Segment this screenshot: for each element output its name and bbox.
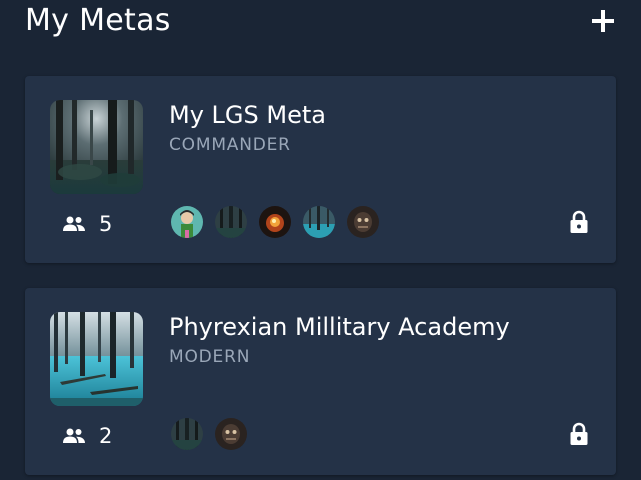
meta-thumbnail: [50, 100, 143, 194]
lock-icon: [570, 210, 588, 233]
page-title: My Metas: [25, 3, 171, 38]
app-header: My Metas: [0, 0, 641, 62]
member-count: 2: [62, 424, 112, 448]
privacy-lock: [569, 210, 589, 234]
avatar[interactable]: [215, 206, 247, 238]
group-icon: [63, 428, 85, 443]
meta-card[interactable]: My LGS Meta COMMANDER 5: [25, 76, 616, 263]
member-avatars: [171, 206, 391, 238]
meta-card[interactable]: Phyrexian Millitary Academy MODERN 2: [25, 288, 616, 475]
member-count-value: 5: [99, 212, 113, 236]
privacy-lock: [569, 422, 589, 446]
lock-icon: [570, 422, 588, 445]
member-count: 5: [62, 212, 112, 236]
meta-format: MODERN: [169, 347, 251, 367]
avatar[interactable]: [259, 206, 291, 238]
avatar[interactable]: [171, 418, 203, 450]
meta-format: COMMANDER: [169, 135, 291, 155]
group-icon: [63, 216, 85, 231]
meta-thumbnail: [50, 312, 143, 406]
member-avatars: [171, 418, 259, 450]
meta-name: My LGS Meta: [169, 101, 326, 129]
avatar[interactable]: [347, 206, 379, 238]
avatar[interactable]: [215, 418, 247, 450]
plus-icon: [592, 10, 614, 32]
meta-name: Phyrexian Millitary Academy: [169, 313, 510, 341]
add-meta-button[interactable]: [586, 4, 620, 38]
member-count-value: 2: [99, 424, 113, 448]
avatar[interactable]: [171, 206, 203, 238]
avatar[interactable]: [303, 206, 335, 238]
